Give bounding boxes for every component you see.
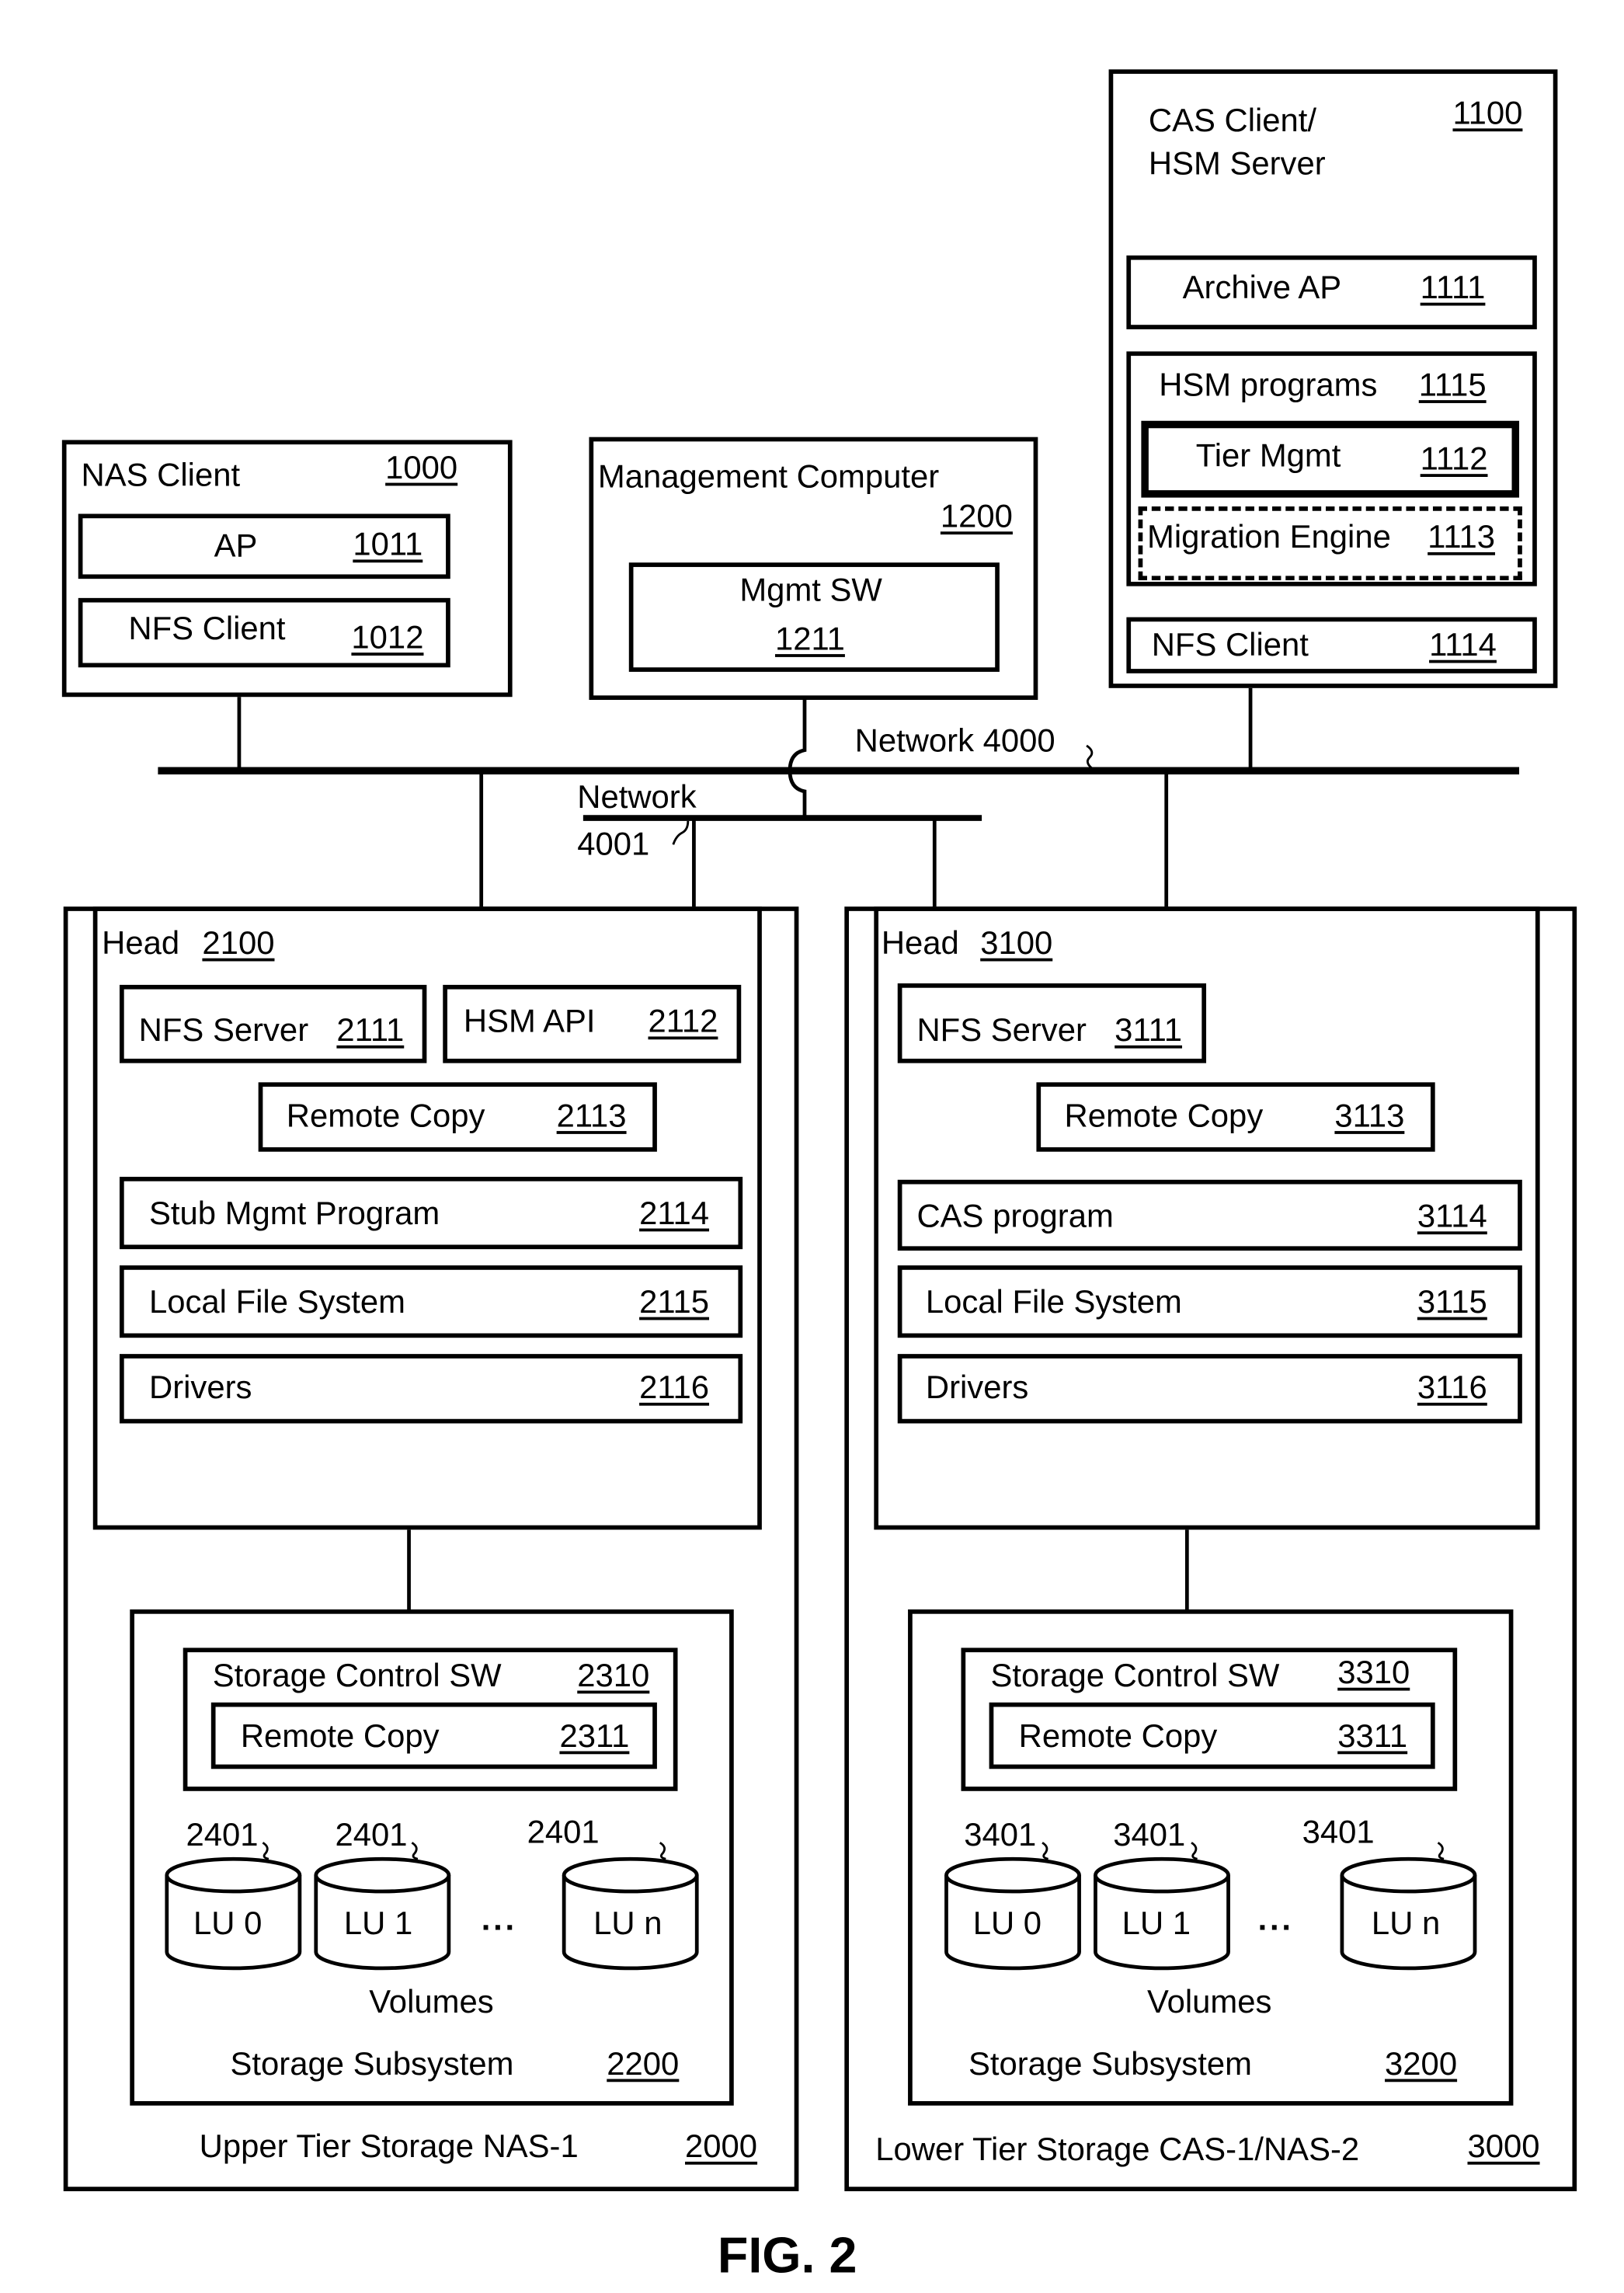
lower-lun-label: LU n: [1371, 1905, 1441, 1942]
lower-nfs-server-ref: 3111: [1115, 1011, 1183, 1049]
upper-lu0-ref: 2401: [186, 1816, 259, 1853]
mgmt-sw-label: Mgmt SW: [739, 571, 882, 609]
nas-client-title: NAS Client: [81, 456, 241, 493]
upper-storage-subsystem-ref: 2200: [607, 2044, 680, 2082]
lower-storage-control-label: Storage Control SW: [990, 1656, 1280, 1694]
network-4000-squiggle: [1086, 744, 1097, 772]
upper-local-fs-ref: 2115: [639, 1282, 710, 1320]
lower-remote-copy-label: Remote Copy: [1064, 1097, 1264, 1134]
lower-lun-ref: 3401: [1302, 1813, 1375, 1850]
upper-storage-remote-copy-label: Remote Copy: [240, 1717, 440, 1755]
nas-nfs-client-label: NFS Client: [128, 610, 286, 647]
mgmt-sw-ref: 1211: [774, 620, 845, 657]
ap-ref: 1011: [353, 525, 423, 563]
lower-local-fs-label: Local File System: [925, 1282, 1182, 1320]
upper-tier-title: Upper Tier Storage NAS-1: [199, 2128, 579, 2165]
figure-label: FIG. 2: [717, 2228, 857, 2284]
upper-storage-remote-copy-ref: 2311: [559, 1717, 630, 1755]
upper-head-ref: 2100: [202, 924, 275, 962]
upper-storage-subsystem-label: Storage Subsystem: [230, 2044, 514, 2082]
network-4001-squiggle: [672, 820, 690, 845]
lower-tier-title: Lower Tier Storage CAS-1/NAS-2: [875, 2130, 1360, 2168]
ap-label: AP: [214, 527, 258, 565]
lower-tier-ref: 3000: [1467, 2128, 1540, 2165]
tier-mgmt-label: Tier Mgmt: [1195, 437, 1341, 475]
cas-nfs-client-label: NFS Client: [1151, 625, 1309, 663]
lower-storage-remote-copy-label: Remote Copy: [1018, 1717, 1218, 1755]
upper-head-label: Head: [102, 924, 180, 962]
cas-client-title-line2: HSM Server: [1148, 144, 1326, 182]
cas-program-ref: 3114: [1417, 1197, 1487, 1235]
upper-drivers-label: Drivers: [148, 1369, 252, 1406]
cas-program-label: CAS program: [916, 1197, 1114, 1235]
upper-local-fs-label: Local File System: [148, 1282, 406, 1320]
hsm-programs-label: HSM programs: [1159, 366, 1378, 403]
cas-nfs-client-ref: 1114: [1429, 625, 1497, 663]
lower-lu0-label: LU 0: [972, 1905, 1042, 1942]
hsm-programs-ref: 1115: [1418, 366, 1487, 403]
upper-nfs-server-label: NFS Server: [138, 1011, 309, 1049]
lower-remote-copy-ref: 3113: [1334, 1097, 1405, 1134]
upper-remote-copy-label: Remote Copy: [286, 1097, 485, 1134]
upper-lu0-label: LU 0: [193, 1905, 263, 1942]
lower-head-ref: 3100: [980, 924, 1053, 962]
upper-storage-control-label: Storage Control SW: [212, 1656, 502, 1694]
network-4001-label-line2: 4001: [577, 825, 650, 863]
upper-volumes-ellipsis: ...: [481, 1900, 517, 1937]
archive-ap-label: Archive AP: [1182, 268, 1342, 306]
upper-lun-label: LU n: [593, 1905, 662, 1942]
link-management-computer: [788, 700, 807, 819]
lower-volumes-label: Volumes: [1146, 1982, 1272, 2020]
upper-lu1-ref: 2401: [335, 1816, 408, 1853]
migration-engine-label: Migration Engine: [1146, 518, 1391, 555]
lower-head-label: Head: [881, 924, 959, 962]
nas-nfs-client-ref: 1012: [351, 618, 424, 656]
tier-mgmt-ref: 1112: [1420, 440, 1488, 477]
management-computer-ref: 1200: [940, 497, 1013, 535]
lower-drivers-label: Drivers: [925, 1369, 1029, 1406]
upper-lun-ref: 2401: [527, 1813, 600, 1850]
lower-volumes-ellipsis: ...: [1257, 1900, 1294, 1937]
network-4000-label: Network 4000: [854, 722, 1055, 760]
lower-storage-subsystem-ref: 3200: [1385, 2044, 1458, 2082]
hsm-api-ref: 2112: [648, 1002, 718, 1040]
lower-lu1-label: LU 1: [1121, 1905, 1191, 1942]
network-4001-label-line1: Network: [577, 778, 697, 816]
upper-tier-ref: 2000: [685, 2128, 758, 2165]
upper-storage-control-ref: 2310: [577, 1656, 650, 1694]
nas-client-ref: 1000: [385, 448, 458, 486]
management-computer-title: Management Computer: [597, 458, 940, 495]
lower-lu0-ref: 3401: [964, 1816, 1037, 1853]
lower-local-fs-ref: 3115: [1417, 1282, 1487, 1320]
upper-volumes-label: Volumes: [369, 1982, 494, 2020]
cas-client-title-line1: CAS Client/: [1148, 102, 1317, 139]
lower-storage-control-ref: 3310: [1337, 1654, 1410, 1691]
lower-nfs-server-label: NFS Server: [916, 1011, 1087, 1049]
lower-drivers-ref: 3116: [1417, 1369, 1487, 1406]
lower-storage-remote-copy-ref: 3311: [1337, 1717, 1408, 1755]
upper-remote-copy-ref: 2113: [556, 1097, 627, 1134]
upper-drivers-ref: 2116: [639, 1369, 710, 1406]
migration-engine-ref: 1113: [1428, 518, 1496, 555]
cas-client-ref: 1100: [1452, 94, 1523, 132]
figure-canvas: NAS Client 1000 AP 1011 NFS Client 1012 …: [0, 0, 1624, 2293]
upper-nfs-server-ref: 2111: [336, 1011, 405, 1049]
upper-lu1-label: LU 1: [343, 1905, 413, 1942]
stub-mgmt-label: Stub Mgmt Program: [148, 1194, 440, 1232]
stub-mgmt-ref: 2114: [639, 1194, 710, 1232]
hsm-api-label: HSM API: [463, 1002, 596, 1040]
lower-storage-subsystem-label: Storage Subsystem: [968, 2044, 1252, 2082]
lower-lu1-ref: 3401: [1113, 1816, 1186, 1853]
archive-ap-ref: 1111: [1420, 268, 1486, 306]
